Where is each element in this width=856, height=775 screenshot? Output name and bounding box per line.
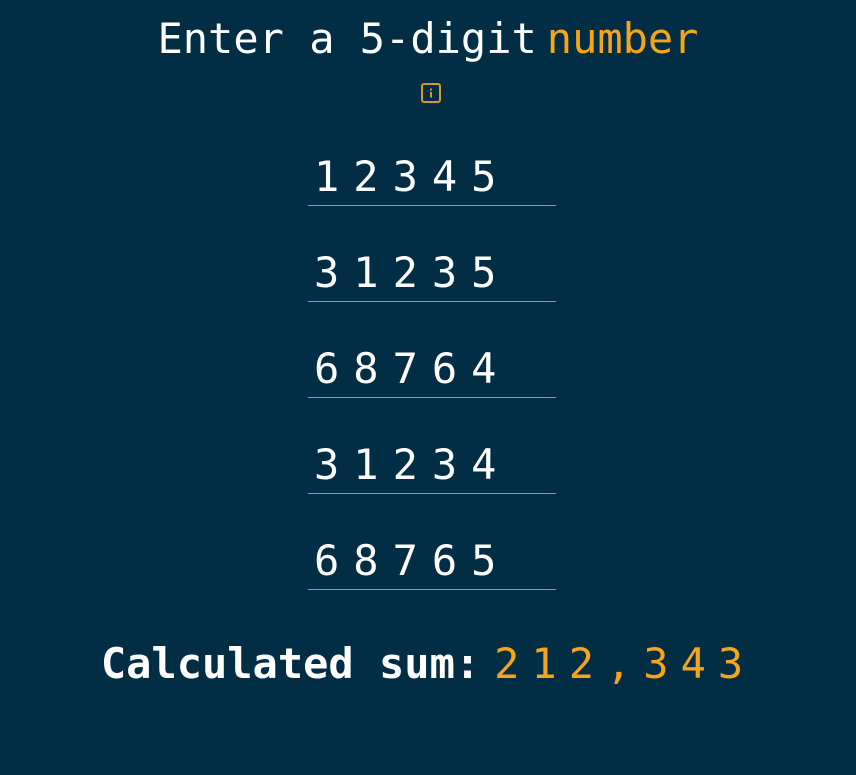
- info-icon: [430, 88, 432, 98]
- info-button[interactable]: [421, 83, 441, 103]
- sum-result: Calculated sum: 212,343: [0, 636, 856, 692]
- number-input-4[interactable]: [308, 438, 556, 494]
- title-accent-text: number: [546, 14, 699, 63]
- number-input-2[interactable]: [308, 246, 556, 302]
- sum-label: Calculated sum:: [100, 639, 481, 688]
- number-input-3[interactable]: [308, 342, 556, 398]
- title-lead-text: Enter a 5-digit: [157, 14, 537, 63]
- page-title: Enter a 5-digit number: [0, 12, 856, 66]
- sum-value: 212,343: [494, 639, 756, 688]
- number-input-list: [308, 150, 556, 630]
- number-input-1[interactable]: [308, 150, 556, 206]
- number-input-5[interactable]: [308, 534, 556, 590]
